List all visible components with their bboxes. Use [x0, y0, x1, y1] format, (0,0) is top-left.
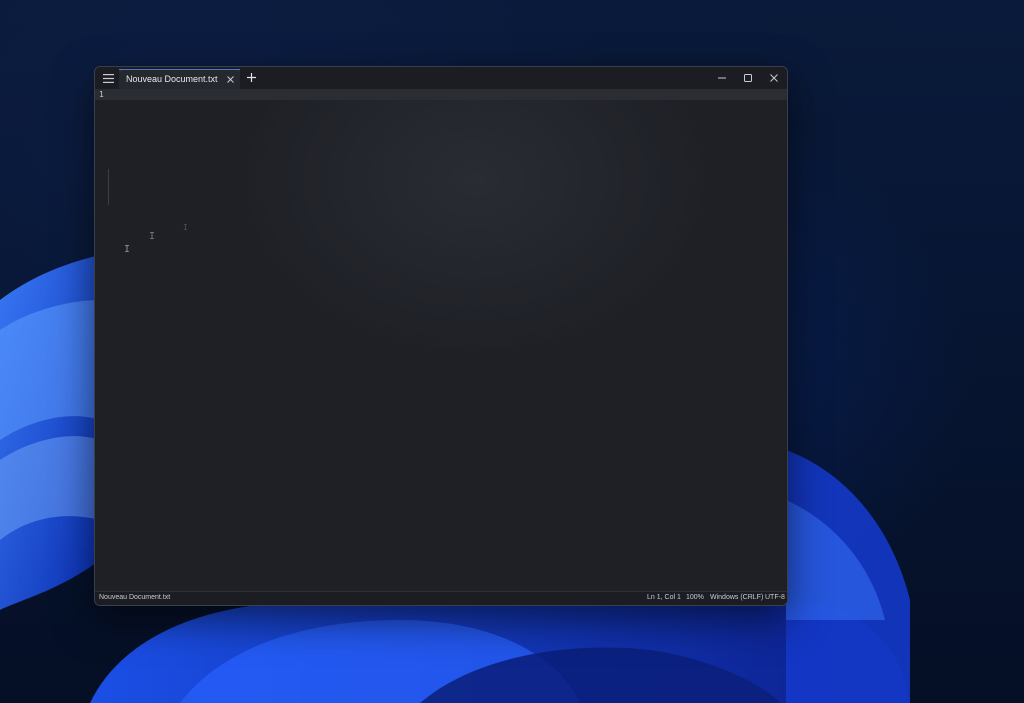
tab-close-button[interactable]: [225, 74, 236, 85]
status-line-ending[interactable]: Windows (CRLF): [710, 594, 763, 601]
close-icon: [770, 74, 778, 82]
tab-nouveau-document[interactable]: Nouveau Document.txt: [119, 69, 240, 89]
hamburger-icon: [102, 73, 114, 83]
text-editor-area[interactable]: 1 I I I: [95, 89, 787, 591]
title-bar: Nouveau Document.txt: [95, 67, 787, 89]
status-bar: Nouveau Document.txt Ln 1, Col 1 100% Wi…: [95, 591, 787, 605]
status-encoding[interactable]: UTF-8: [765, 594, 785, 601]
minimize-button[interactable]: [714, 70, 730, 86]
minimize-icon: [718, 77, 726, 79]
status-zoom[interactable]: 100%: [686, 594, 704, 601]
tab-label: Nouveau Document.txt: [126, 74, 218, 84]
new-tab-button[interactable]: [244, 70, 258, 84]
status-cursor-position[interactable]: Ln 1, Col 1: [647, 594, 681, 601]
maximize-icon: [744, 74, 752, 82]
gutter-marker: [108, 169, 109, 205]
menu-button[interactable]: [100, 70, 116, 86]
current-line-highlight: [95, 89, 787, 100]
plus-icon: [246, 72, 256, 82]
close-icon: [227, 76, 234, 83]
line-number: 1: [99, 90, 104, 99]
text-cursor-icon: I: [149, 231, 156, 242]
close-window-button[interactable]: [766, 70, 782, 86]
notepad-window: Nouveau Document.txt 1 I I I Nouveau Doc…: [94, 66, 788, 606]
status-file-name: Nouveau Document.txt: [99, 594, 171, 601]
maximize-button[interactable]: [740, 70, 756, 86]
active-tab-indicator: [119, 69, 240, 70]
text-cursor-icon: I: [124, 244, 131, 255]
text-cursor-icon: I: [183, 223, 188, 232]
